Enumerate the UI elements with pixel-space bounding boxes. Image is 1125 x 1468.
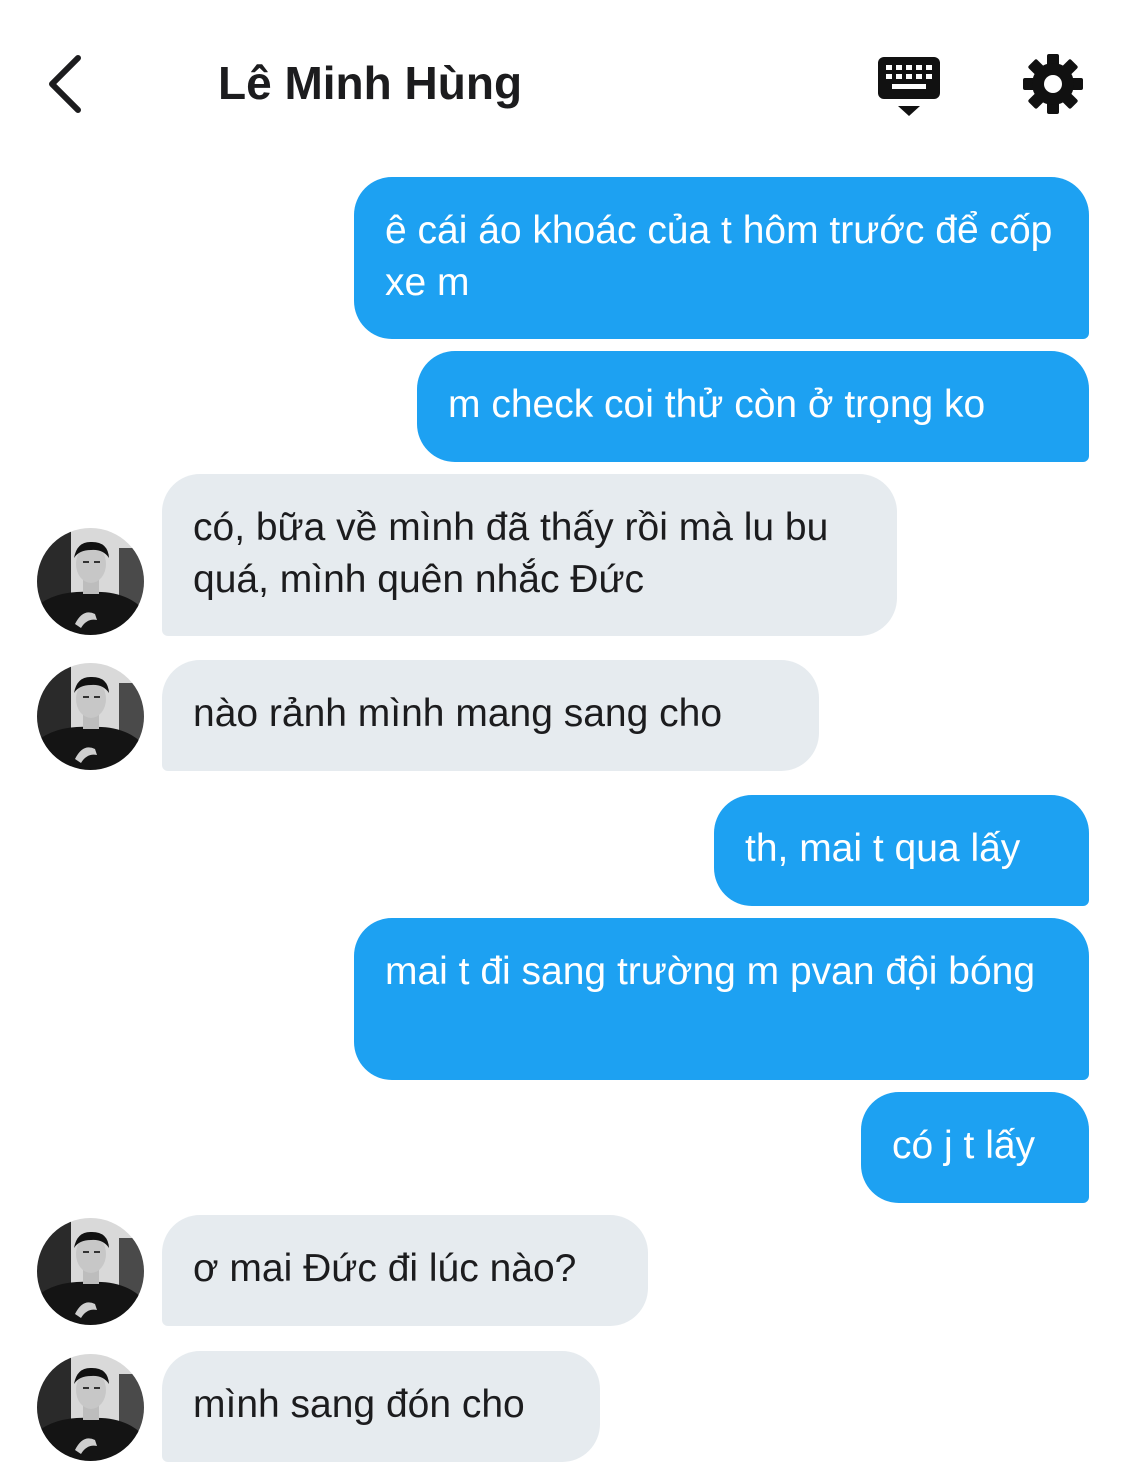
message-bubble-outgoing[interactable]: m check coi thử còn ở trọng ko	[417, 351, 1089, 462]
avatar-image	[37, 528, 144, 635]
back-button[interactable]	[40, 48, 100, 118]
chevron-left-icon	[49, 55, 81, 113]
message-bubble-outgoing[interactable]: có j t lấy	[861, 1092, 1089, 1203]
message-bubble-incoming[interactable]: nào rảnh mình mang sang cho	[162, 660, 819, 771]
chat-header: Lê Minh Hùng	[0, 0, 1125, 170]
avatar-image	[37, 1354, 144, 1461]
message-bubble-outgoing[interactable]: ê cái áo khoác của t hôm trước để cốp xe…	[354, 177, 1089, 339]
message-bubble-outgoing[interactable]: th, mai t qua lấy	[714, 795, 1089, 906]
keyboard-icon	[878, 57, 940, 116]
message-bubble-outgoing[interactable]: mai t đi sang trường m pvan đội bóng	[354, 918, 1089, 1080]
avatar[interactable]	[37, 1354, 144, 1461]
avatar[interactable]	[37, 528, 144, 635]
message-bubble-incoming[interactable]: có, bữa về mình đã thấy rồi mà lu bu quá…	[162, 474, 897, 636]
contact-name[interactable]: Lê Minh Hùng	[218, 56, 522, 110]
avatar[interactable]	[37, 663, 144, 770]
message-bubble-incoming[interactable]: ơ mai Đức đi lúc nào?	[162, 1215, 648, 1326]
gear-icon	[1023, 54, 1083, 114]
message-bubble-incoming[interactable]: mình sang đón cho	[162, 1351, 600, 1462]
avatar-image	[37, 1218, 144, 1325]
avatar[interactable]	[37, 1218, 144, 1325]
keyboard-button[interactable]	[876, 55, 942, 119]
settings-button[interactable]	[1022, 53, 1084, 115]
avatar-image	[37, 663, 144, 770]
